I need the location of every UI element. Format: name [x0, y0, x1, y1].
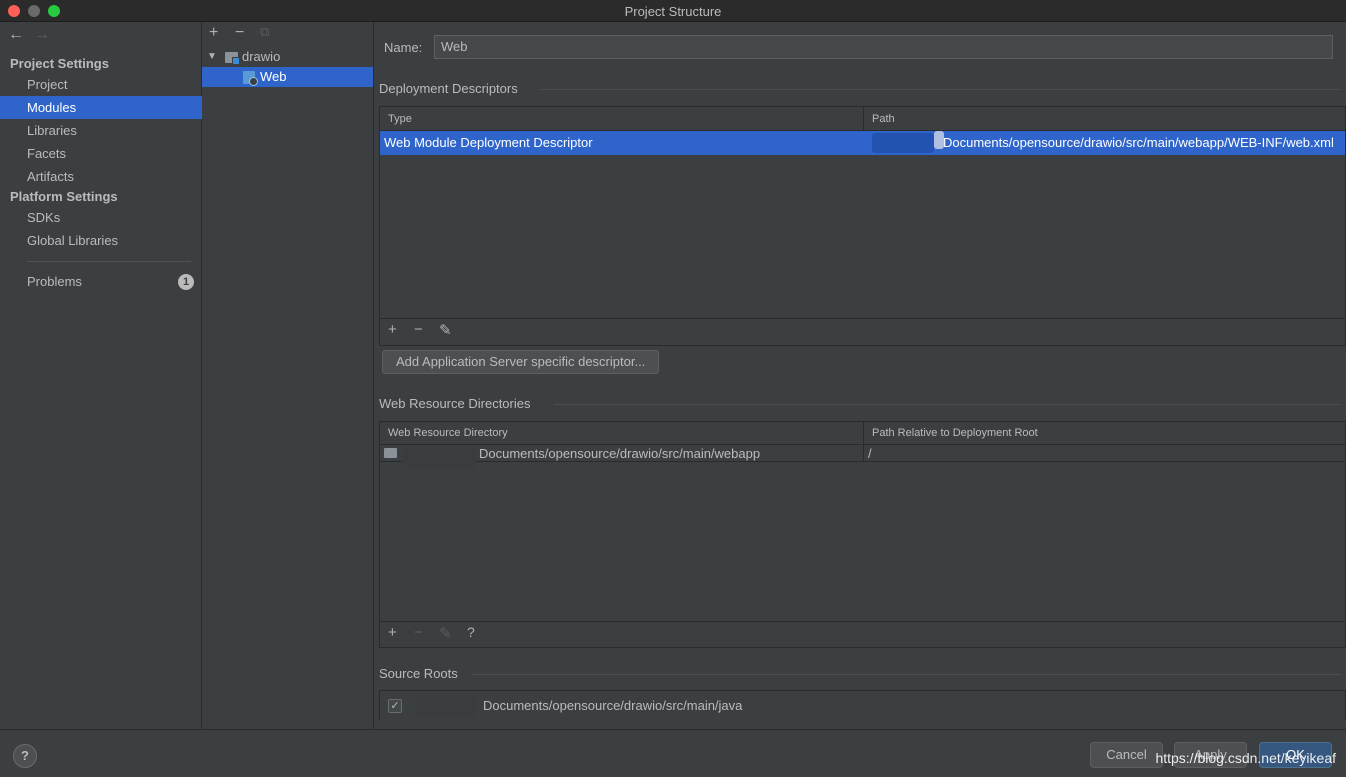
- group-divider: [554, 404, 1341, 405]
- add-icon[interactable]: +: [388, 321, 397, 338]
- deployment-toolbar: + − ✎: [380, 318, 1345, 344]
- web-facet-editor: Name: Web Deployment Descriptors Type Pa…: [374, 22, 1346, 729]
- web-resources-toolbar: + − ✎ ?: [380, 621, 1345, 647]
- window-titlebar: Project Structure: [0, 0, 1346, 22]
- cancel-button[interactable]: Cancel: [1090, 742, 1163, 768]
- sidebar-item-sdks[interactable]: SDKs: [0, 206, 202, 229]
- table-row[interactable]: Web Module Deployment Descriptor Documen…: [380, 131, 1345, 155]
- source-root-path: Documents/opensource/drawio/src/main/jav…: [483, 698, 743, 713]
- sidebar-item-project[interactable]: Project: [0, 73, 202, 96]
- redacted-path-mask: [402, 448, 476, 468]
- web-resource-directories-table: Web Resource Directory Path Relative to …: [379, 421, 1346, 648]
- column-header-path[interactable]: Path: [863, 107, 1345, 131]
- sidebar-item-modules[interactable]: Modules: [0, 96, 202, 119]
- relative-path-cell: /: [863, 445, 1345, 462]
- problems-label: Problems: [27, 274, 82, 289]
- edit-pencil-icon[interactable]: ✎: [439, 624, 452, 642]
- arrow-right-icon[interactable]: →: [34, 26, 50, 44]
- remove-icon[interactable]: −: [235, 24, 244, 42]
- help-question-icon[interactable]: ?: [467, 624, 475, 640]
- sidebar-divider: [27, 261, 191, 262]
- redacted-path-mask: [872, 133, 934, 153]
- arrow-left-icon[interactable]: ←: [8, 26, 24, 44]
- list-item[interactable]: ✓ Documents/opensource/drawio/src/main/j…: [380, 694, 1345, 718]
- name-label: Name:: [384, 40, 423, 55]
- tree-node-label: drawio: [242, 49, 281, 64]
- deployment-descriptors-title: Deployment Descriptors: [379, 81, 518, 96]
- web-facet-icon: [243, 71, 258, 86]
- add-server-descriptor-button[interactable]: Add Application Server specific descript…: [382, 350, 660, 374]
- sidebar-item-artifacts[interactable]: Artifacts: [0, 165, 202, 188]
- deployment-descriptors-table: Type Path Web Module Deployment Descript…: [379, 106, 1346, 346]
- project-settings-title: Project Settings: [10, 56, 109, 71]
- remove-icon[interactable]: −: [414, 321, 423, 338]
- edit-pencil-icon[interactable]: ✎: [439, 321, 452, 339]
- column-header-relative-path[interactable]: Path Relative to Deployment Root: [863, 422, 1345, 445]
- add-icon[interactable]: +: [209, 24, 218, 42]
- table-row[interactable]: Documents/opensource/drawio/src/main/web…: [380, 445, 1345, 468]
- descriptor-type-cell: Web Module Deployment Descriptor: [384, 135, 593, 150]
- watermark-text: https://blog.csdn.net/keyikeaf: [1155, 750, 1336, 766]
- group-divider: [472, 674, 1341, 675]
- name-input[interactable]: Web: [434, 35, 1333, 59]
- module-tree-panel: + − ⧉ ▼ drawio Web: [202, 22, 374, 729]
- sidebar-item-problems[interactable]: Problems 1: [0, 270, 202, 293]
- dialog-footer: ? Cancel Apply OK https://blog.csdn.net/…: [0, 729, 1346, 777]
- sidebar-item-global-libraries[interactable]: Global Libraries: [0, 229, 202, 252]
- remove-icon[interactable]: −: [414, 624, 423, 641]
- module-folder-icon: [225, 52, 240, 65]
- window-title: Project Structure: [624, 4, 722, 19]
- help-button[interactable]: ?: [13, 744, 37, 768]
- copy-icon[interactable]: ⧉: [260, 24, 269, 40]
- sidebar-item-facets[interactable]: Facets: [0, 142, 202, 165]
- expand-triangle-icon[interactable]: ▼: [207, 47, 217, 67]
- tree-node-web[interactable]: Web: [202, 67, 373, 87]
- column-header-web-resource-directory[interactable]: Web Resource Directory: [380, 422, 863, 445]
- group-divider: [541, 89, 1341, 90]
- sidebar-item-libraries[interactable]: Libraries: [0, 119, 202, 142]
- redacted-path-mask: [934, 131, 944, 149]
- add-icon[interactable]: +: [388, 624, 397, 641]
- platform-settings-title: Platform Settings: [10, 189, 118, 204]
- settings-sidebar: ← → Project Settings Project Modules Lib…: [0, 22, 202, 729]
- web-resource-directories-title: Web Resource Directories: [379, 396, 531, 411]
- column-header-type[interactable]: Type: [380, 107, 863, 131]
- problems-count-badge: 1: [178, 274, 194, 290]
- tree-node-drawio[interactable]: ▼ drawio: [202, 47, 373, 67]
- source-roots-title: Source Roots: [379, 666, 458, 681]
- tree-node-label: Web: [260, 69, 287, 84]
- source-roots-list: ✓ Documents/opensource/drawio/src/main/j…: [379, 690, 1346, 720]
